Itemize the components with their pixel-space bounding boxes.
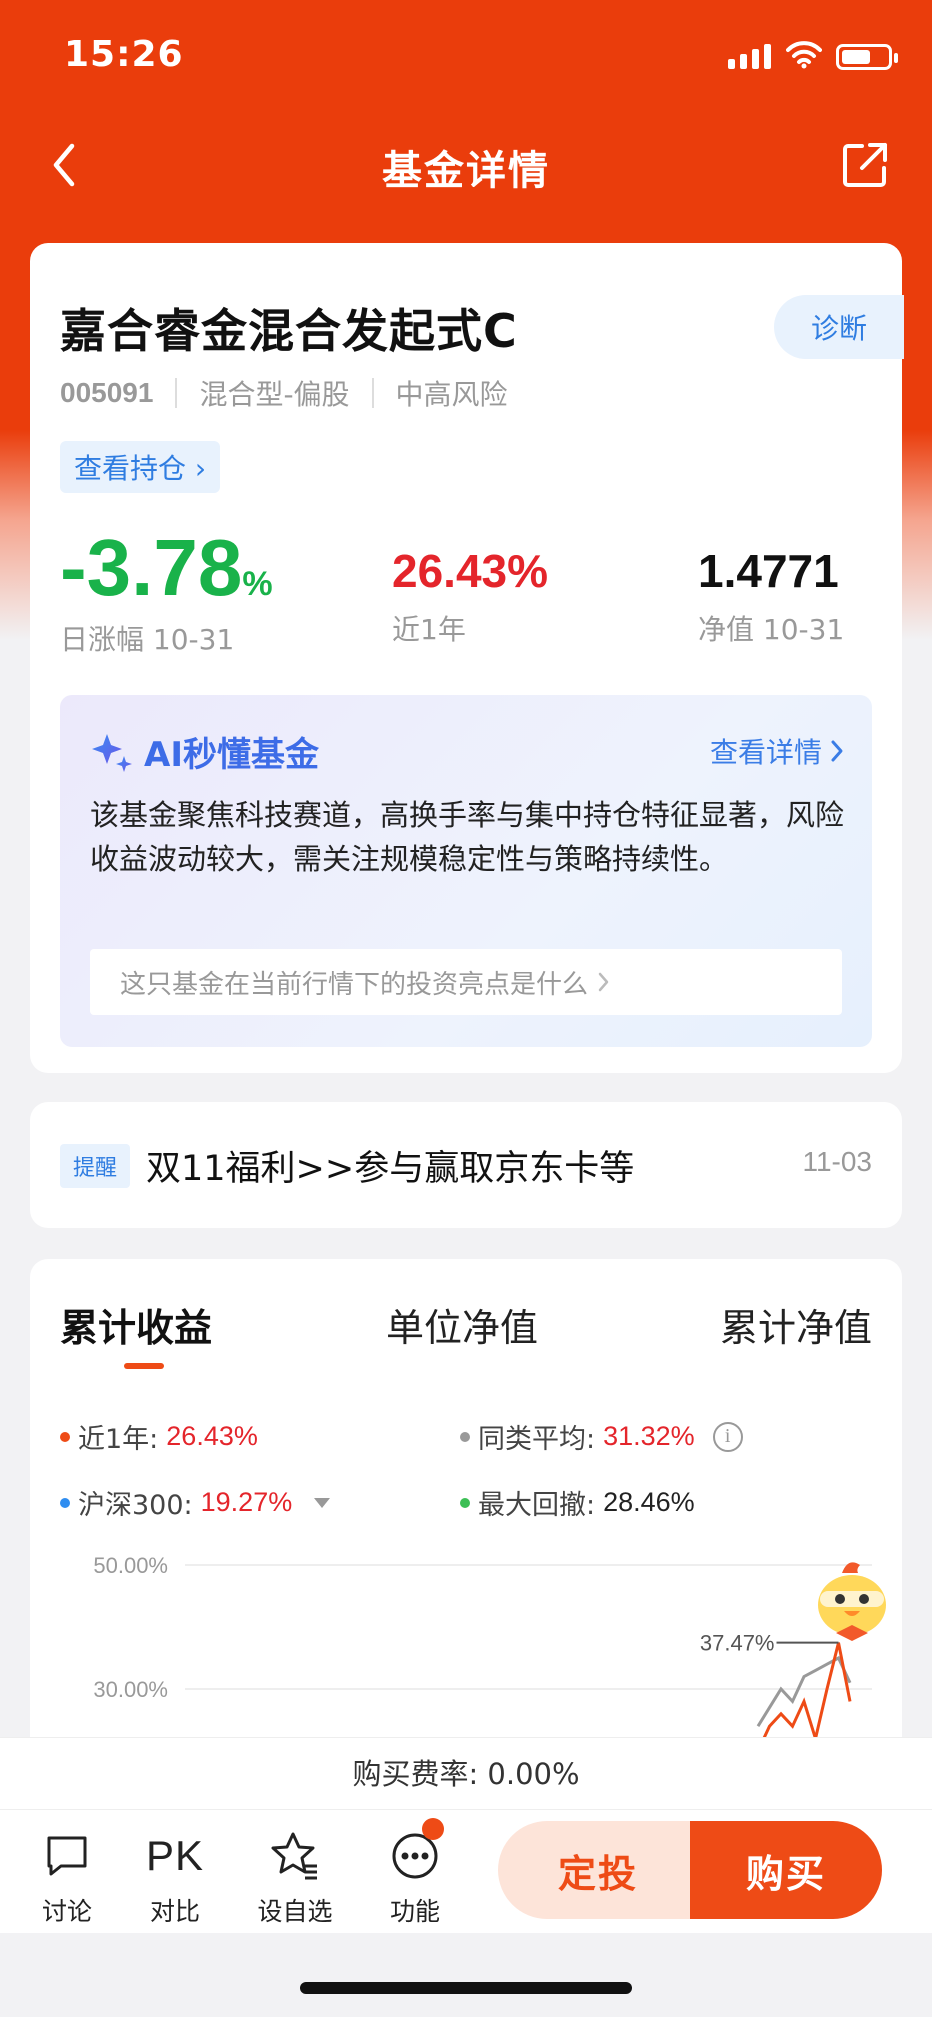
ai-detail-link[interactable]: 查看详情 — [710, 731, 846, 771]
fund-meta: 005091 混合型-偏股 中高风险 — [60, 373, 508, 413]
home-indicator[interactable] — [300, 1982, 632, 1994]
home-indicator-area — [0, 1933, 932, 2017]
functions-label: 功能 — [389, 1897, 440, 1926]
status-bar: 15:26 — [0, 0, 932, 110]
compare-button[interactable]: PK 对比 — [130, 1828, 220, 1928]
sip-button[interactable]: 定投 — [498, 1821, 698, 1919]
y-tick-label: 30.00% — [93, 1677, 168, 1702]
status-time: 15:26 — [64, 34, 184, 75]
buy-button[interactable]: 购买 — [690, 1821, 882, 1919]
star-icon — [271, 1832, 317, 1880]
ai-summary: 该基金聚焦科技赛道，高换手率与集中持仓特征显著，风险收益波动较大，需关注规模稳定… — [90, 798, 845, 876]
y-tick-label: 50.00% — [93, 1553, 168, 1578]
reminder-text: 双11福利>>参与赢取京东卡等 — [146, 1149, 635, 1189]
ai-title: AI秒懂基金 — [144, 735, 319, 775]
sparkle-icon — [92, 733, 132, 772]
one-year-value: 26.43% — [392, 545, 549, 597]
discuss-label: 讨论 — [41, 1897, 92, 1926]
page-title: 基金详情 — [382, 148, 550, 194]
one-year-label: 近1年 — [392, 613, 466, 646]
ai-detail-label: 查看详情 — [709, 736, 822, 769]
chevron-right-icon — [831, 740, 843, 762]
daily-change-metric: -3.78% 日涨幅 10-31 — [60, 528, 273, 658]
chart-card: 累计收益 单位净值 累计净值 近1年: 26.43% 同类平均: 31.32% i … — [30, 1259, 902, 1759]
cell-signal-icon — [728, 44, 771, 69]
ai-question-text: 这只基金在当前行情下的投资亮点是什么 — [120, 969, 589, 1000]
reminder-tag: 提醒 — [60, 1144, 130, 1188]
fund-name: 嘉合睿金混合发起式C — [60, 304, 518, 358]
one-year-metric: 26.43% 近1年 — [392, 548, 548, 648]
share-icon[interactable] — [840, 140, 890, 190]
nav-metric: 1.4771 净值 10-31 — [698, 548, 844, 648]
compare-label: 对比 — [149, 1897, 200, 1926]
fund-metrics: -3.78% 日涨幅 10-31 26.43% 近1年 1.4771 净值 10… — [60, 528, 872, 658]
nav-label: 净值 10-31 — [698, 613, 845, 646]
watchlist-label: 设自选 — [257, 1897, 333, 1926]
returns-chart[interactable]: 50.00% 30.00% 37.47% — [30, 1259, 902, 1759]
nav-bar: 基金详情 — [0, 120, 932, 210]
daily-change-value: -3.78 — [60, 523, 243, 612]
chevron-right-icon — [598, 972, 609, 992]
divider — [371, 378, 374, 408]
daily-change-unit: % — [242, 565, 273, 603]
view-holdings-button[interactable]: 查看持仓 › — [60, 441, 221, 493]
daily-change-label: 日涨幅 10-31 — [60, 623, 235, 656]
peak-label: 37.47% — [700, 1631, 775, 1656]
series-line-同类平均 — [756, 1655, 852, 1727]
diagnose-button[interactable]: 诊断 — [774, 295, 904, 359]
wifi-icon — [786, 41, 822, 69]
fund-code: 005091 — [60, 377, 154, 408]
divider — [175, 378, 178, 408]
ai-insight-box: AI秒懂基金 查看详情 该基金聚焦科技赛道，高换手率与集中持仓特征显著，风险收益… — [60, 695, 872, 1047]
reminder-card[interactable]: 提醒 双11福利>>参与赢取京东卡等 11-03 — [30, 1102, 902, 1228]
functions-button[interactable]: 功能 — [370, 1828, 460, 1928]
fund-risk: 中高风险 — [395, 378, 508, 411]
reminder-date: 11-03 — [802, 1146, 872, 1177]
purchase-fee: 购买费率: 0.00% — [0, 1737, 932, 1809]
chat-bubble-icon — [47, 1836, 87, 1876]
nav-value: 1.4771 — [698, 545, 839, 597]
battery-icon — [836, 44, 898, 70]
notification-badge — [422, 1818, 444, 1840]
ai-header: AI秒懂基金 — [90, 727, 319, 776]
fund-type: 混合型-偏股 — [199, 378, 350, 411]
discuss-button[interactable]: 讨论 — [22, 1828, 112, 1928]
add-watchlist-button[interactable]: 设自选 — [250, 1828, 340, 1928]
ai-question-button[interactable]: 这只基金在当前行情下的投资亮点是什么 — [90, 949, 842, 1015]
fund-summary-card: 嘉合睿金混合发起式C 诊断 005091 混合型-偏股 中高风险 查看持仓 › … — [30, 243, 904, 1073]
mascot-icon[interactable] — [812, 1555, 892, 1645]
pk-icon: PK — [145, 1832, 205, 1879]
